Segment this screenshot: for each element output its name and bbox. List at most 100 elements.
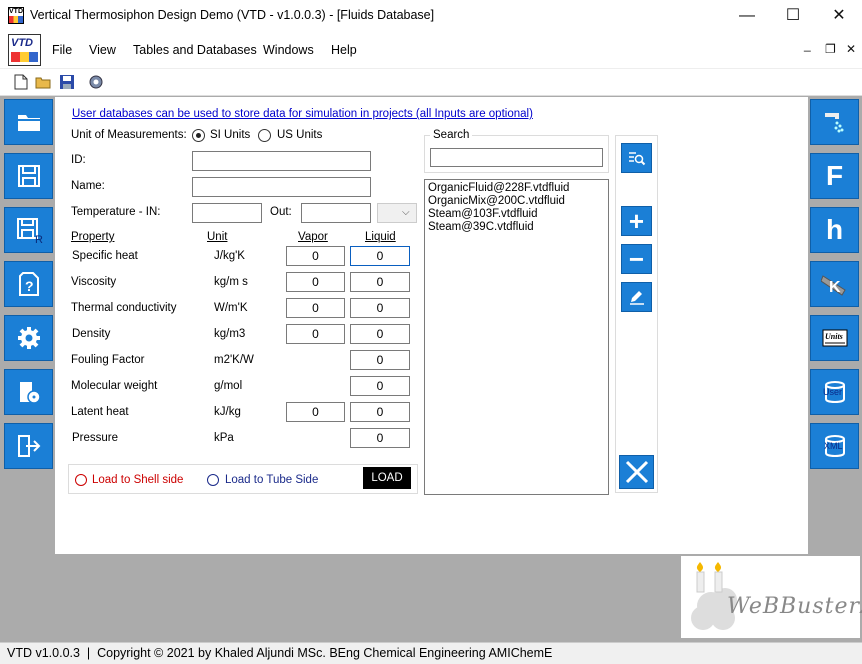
name-input[interactable] [192,177,371,197]
si-units-label: SI Units [210,129,251,141]
row-unit: kPa [214,432,234,444]
latent-heat-liquid-input[interactable] [350,402,410,422]
f-label: F [825,160,844,191]
list-item[interactable]: Steam@103F.vtdfluid [428,208,537,221]
xml-db-button[interactable]: XML [810,423,859,469]
new-file-icon[interactable] [13,74,29,90]
k-button[interactable]: K [810,261,859,307]
si-units-radio[interactable] [192,129,205,142]
exit-icon [17,435,40,457]
mdi-restore-button[interactable]: ❐ [825,42,836,56]
list-item[interactable]: OrganicMix@200C.vtdfluid [428,195,565,208]
menu-tables-databases[interactable]: Tables and Databases [133,43,257,57]
save-button[interactable] [4,153,53,199]
id-input[interactable] [192,151,371,171]
thermal-conductivity-liquid-input[interactable] [350,298,410,318]
help-button[interactable]: ? [4,261,53,307]
id-label: ID: [71,154,86,166]
exit-button[interactable] [4,423,53,469]
settings-button[interactable] [4,315,53,361]
liquid-header: Liquid [365,231,396,243]
help-icon: ? [18,272,39,296]
row-property: Thermal conductivity [71,302,177,314]
search-list-button[interactable] [621,143,652,173]
user-db-icon: User [823,381,845,404]
status-text: VTD v1.0.0.3 | Copyright © 2021 by Khale… [7,646,553,660]
thermal-conductivity-vapor-input[interactable] [286,298,345,318]
row-property: Molecular weight [71,380,158,392]
unit-label: Unit of Measurements: [71,129,187,141]
temperature-out-input[interactable] [301,203,371,223]
row-property: Specific heat [72,250,138,262]
vapor-header: Vapor [298,231,328,243]
user-db-button[interactable]: User [810,369,859,415]
menu-windows[interactable]: Windows [263,43,314,57]
search-input[interactable] [430,148,603,167]
load-button[interactable]: LOAD [363,467,411,489]
menu-bar [0,32,862,68]
temperature-in-input[interactable] [192,203,262,223]
search-legend: Search [430,129,473,141]
menu-help[interactable]: Help [331,43,357,57]
maximize-button[interactable]: ☐ [770,0,816,32]
fluid-icon [824,113,843,133]
list-item[interactable]: OrganicFluid@228F.vtdfluid [428,182,569,195]
close-button[interactable]: ✕ [816,0,862,32]
units-button[interactable]: Units [810,315,859,361]
fouling-factor-liquid-input[interactable] [350,350,410,370]
f-button[interactable]: F [810,153,859,199]
fluid-button[interactable] [810,99,859,145]
molecular-weight-liquid-input[interactable] [350,376,410,396]
viscosity-vapor-input[interactable] [286,272,345,292]
us-units-radio[interactable] [258,129,271,142]
menu-view[interactable]: View [89,43,116,57]
specific-heat-vapor-input[interactable] [286,246,345,266]
info-link[interactable]: User databases can be used to store data… [72,108,533,120]
open-folder-icon[interactable] [35,74,51,90]
viscosity-liquid-input[interactable] [350,272,410,292]
actions-group [615,135,658,493]
app-icon-text: VTD [9,8,23,15]
app-icon: VTD [8,7,24,24]
settings-icon[interactable] [88,74,104,90]
temperature-unit-combo[interactable] [377,203,417,223]
export-icon [19,382,41,404]
settings-icon [17,327,40,349]
density-liquid-input[interactable] [350,324,410,344]
edit-button[interactable] [621,282,652,312]
svg-text:?: ? [25,278,34,294]
load-tube-label: Load to Tube Side [225,474,319,486]
minimize-button[interactable]: — [724,0,770,32]
mdi-minimize-button[interactable]: _ [804,38,811,52]
xml-label: XML [824,441,843,451]
remove-button[interactable]: − [621,244,652,274]
logo-text: VTD [11,37,33,49]
save-as-icon: R [16,218,43,244]
open-folder-button[interactable] [4,99,53,145]
row-unit: kJ/kg [214,406,241,418]
menu-file[interactable]: File [52,43,72,57]
save-icon[interactable] [59,74,75,90]
load-shell-radio[interactable] [75,474,87,486]
specific-heat-liquid-input[interactable] [350,246,410,266]
edit-icon [629,291,644,305]
h-label: h [825,214,844,245]
export-button[interactable] [4,369,53,415]
h-button[interactable]: h [810,207,859,253]
xml-db-icon: XML [824,435,845,458]
density-vapor-input[interactable] [286,324,345,344]
save-as-button[interactable]: R [4,207,53,253]
mdi-close-button[interactable]: ✕ [846,42,856,56]
close-panel-button[interactable] [619,455,654,489]
add-button[interactable]: + [621,206,652,236]
mdi-child-icon[interactable]: VTD [8,34,41,66]
pressure-liquid-input[interactable] [350,428,410,448]
us-units-label: US Units [277,129,323,141]
row-unit: kg/m3 [214,328,246,340]
list-item[interactable]: Steam@39C.vtdfluid [428,221,534,234]
search-list-icon [628,152,645,166]
load-tube-radio[interactable] [207,474,219,486]
open-folder-icon [17,115,40,131]
row-unit: m2'K/W [214,354,254,366]
latent-heat-vapor-input[interactable] [286,402,345,422]
